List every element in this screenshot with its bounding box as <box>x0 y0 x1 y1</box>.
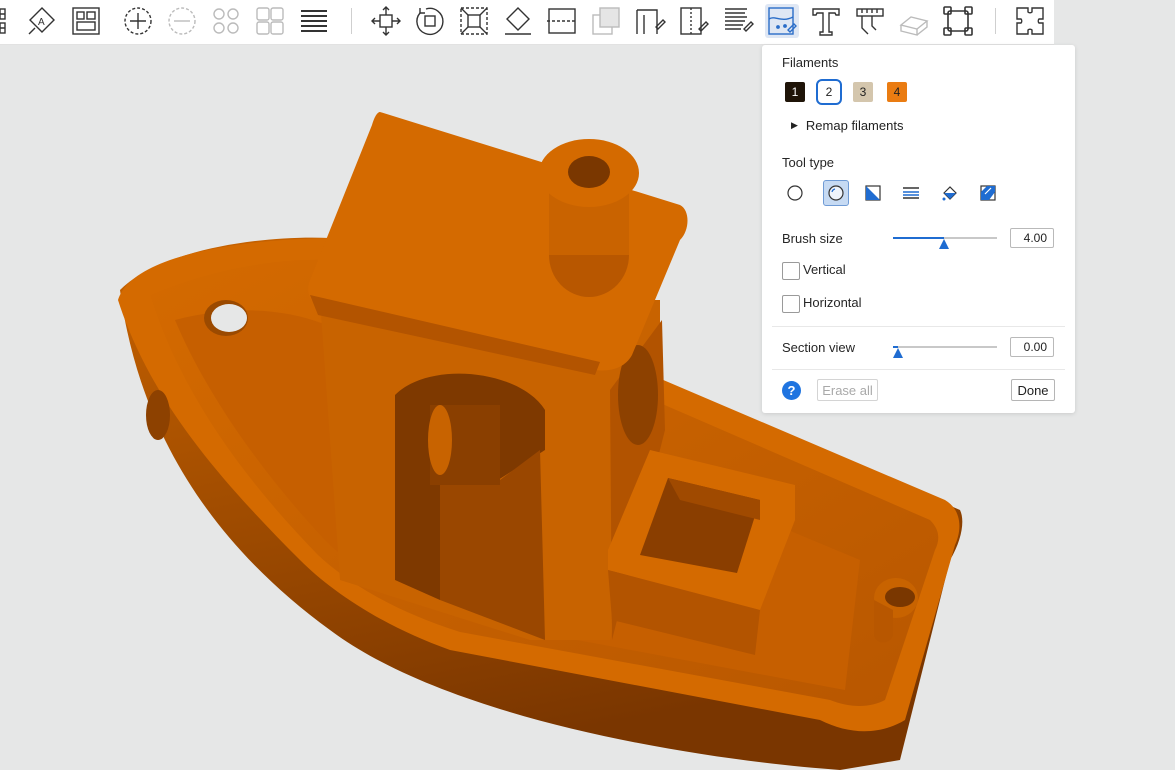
color-paint-panel: Filaments 1 2 3 4 ▶ Remap filaments Tool… <box>762 45 1075 413</box>
auto-orient-icon[interactable]: A <box>25 4 59 38</box>
horizontal-label: Horizontal <box>803 295 862 310</box>
arrange-grid-icon[interactable] <box>0 4 24 38</box>
horizontal-checkbox[interactable] <box>782 295 800 313</box>
split-objects-icon <box>209 4 243 38</box>
variable-layer-icon[interactable] <box>941 4 975 38</box>
measure-icon[interactable] <box>853 4 887 38</box>
scale-icon[interactable] <box>457 4 491 38</box>
brush-size-input[interactable]: 4.00 <box>1010 228 1054 248</box>
svg-text:A: A <box>38 17 45 28</box>
add-instance-icon[interactable] <box>121 4 155 38</box>
filament-4-label: 4 <box>893 85 901 99</box>
done-button[interactable]: Done <box>1011 379 1055 401</box>
layers-icon[interactable] <box>297 4 331 38</box>
circle-brush-icon[interactable] <box>782 180 808 206</box>
lay-on-face-icon[interactable] <box>501 4 535 38</box>
sphere-brush-icon[interactable] <box>823 180 849 206</box>
top-toolbar: A <box>0 0 1054 45</box>
boolean-icon <box>589 4 623 38</box>
color-paint-icon[interactable] <box>765 4 799 38</box>
filament-3-swatch[interactable]: 3 <box>853 82 873 102</box>
height-range-icon[interactable] <box>898 180 924 206</box>
assembly-icon <box>897 4 931 38</box>
filament-3-label: 3 <box>859 85 867 99</box>
filament-2-label: 2 <box>825 85 833 99</box>
remap-filaments-label: Remap filaments <box>805 118 904 133</box>
filaments-label: Filaments <box>782 55 839 70</box>
vertical-label: Vertical <box>803 262 846 277</box>
triangle-icon[interactable] <box>860 180 886 206</box>
text-icon[interactable] <box>809 4 843 38</box>
toolbar-separator <box>995 8 996 34</box>
rotate-icon[interactable] <box>413 4 447 38</box>
divider <box>772 326 1065 327</box>
vertical-checkbox[interactable] <box>782 262 800 280</box>
tool-type-label: Tool type <box>782 155 835 170</box>
section-view-label: Section view <box>782 340 855 355</box>
plate-layout-icon[interactable] <box>69 4 103 38</box>
help-icon[interactable]: ? <box>782 381 801 400</box>
puzzle-icon[interactable] <box>1013 4 1047 38</box>
filament-4-swatch[interactable]: 4 <box>887 82 907 102</box>
divider <box>772 369 1065 370</box>
brush-size-label: Brush size <box>782 231 843 246</box>
split-parts-icon <box>253 4 287 38</box>
filament-2-swatch[interactable]: 2 <box>816 79 842 105</box>
remove-instance-icon <box>165 4 199 38</box>
section-view-input[interactable]: 0.00 <box>1010 337 1054 357</box>
erase-all-button[interactable]: Erase all <box>817 379 878 401</box>
filament-1-swatch[interactable]: 1 <box>785 82 805 102</box>
support-paint-icon[interactable] <box>633 4 667 38</box>
filament-1-label: 1 <box>791 85 799 99</box>
remap-filaments-toggle[interactable]: ▶ Remap filaments <box>791 118 903 133</box>
cut-icon[interactable] <box>545 4 579 38</box>
fill-bucket-icon[interactable] <box>937 180 963 206</box>
gap-fill-icon[interactable] <box>975 180 1001 206</box>
expand-triangle-icon: ▶ <box>791 120 798 130</box>
seam-paint-icon[interactable] <box>677 4 711 38</box>
move-icon[interactable] <box>369 4 403 38</box>
toolbar-separator <box>351 8 352 34</box>
fuzzy-skin-icon[interactable] <box>721 4 755 38</box>
